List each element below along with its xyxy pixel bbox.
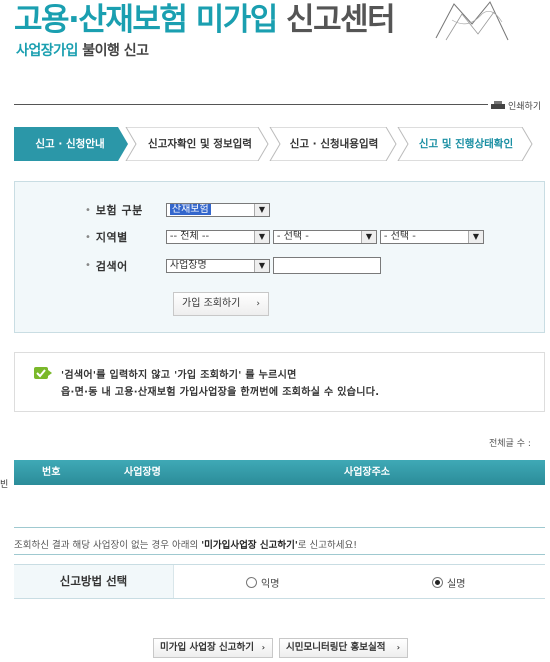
radio-anonymous[interactable]: 익명 bbox=[246, 575, 279, 590]
info-box: '검색어'를 입력하지 않고 '가입 조회하기' 를 누르시면 읍·면·동 내 … bbox=[14, 352, 545, 412]
column-header-name: 사업장명 bbox=[124, 467, 161, 478]
radio-anonymous-label: 익명 bbox=[261, 579, 280, 590]
region-label: 지역별 bbox=[95, 231, 128, 244]
column-header-number: 번호 bbox=[42, 467, 61, 478]
keyword-row: • 검색어 사업장명 ▼ bbox=[85, 257, 381, 274]
step-4[interactable]: 신고 및 진행상태확인 bbox=[398, 127, 534, 161]
edge-label: 빈 bbox=[0, 480, 9, 490]
insurance-select[interactable]: 산재보험 ▼ bbox=[165, 203, 270, 217]
title-highlight: 고용·산재보험 미가입 bbox=[14, 2, 278, 38]
search-button[interactable]: 가입 조회하기 › bbox=[173, 292, 269, 316]
insurance-label: 보험 구분 bbox=[95, 204, 143, 217]
chevron-down-icon: ▼ bbox=[253, 204, 269, 216]
results-table-body bbox=[14, 485, 545, 527]
report-method-row: 신고방법 선택 익명 실명 bbox=[14, 564, 545, 599]
region-select-1-value: -- 전체 -- bbox=[169, 231, 210, 242]
keyword-type-value: 사업장명 bbox=[169, 259, 207, 271]
chevron-down-icon: ▼ bbox=[253, 259, 269, 272]
notice-before: 조회하신 결과 해당 사업장이 없는 경우 아래의 bbox=[14, 540, 202, 551]
table-bottom-line bbox=[14, 527, 545, 528]
step-2[interactable]: 신고자확인 및 정보입력 bbox=[130, 127, 270, 161]
report-method-label: 신고방법 선택 bbox=[14, 565, 174, 598]
column-header-address: 사업장주소 bbox=[344, 467, 390, 478]
header-divider bbox=[14, 104, 488, 105]
step-navigation: 신고 · 신청안내 신고자확인 및 정보입력 신고 · 신청내용입력 신고 및 … bbox=[14, 127, 534, 161]
keyword-input[interactable] bbox=[272, 257, 381, 274]
subtitle-highlight: 사업장가입 bbox=[16, 43, 78, 59]
notice-text: 조회하신 결과 해당 사업장이 없는 경우 아래의 '미가입사업장 신고하기'로… bbox=[14, 537, 357, 551]
region-select-2[interactable]: - 선택 - ▼ bbox=[272, 230, 377, 244]
chevron-right-icon: › bbox=[256, 299, 260, 309]
info-text-1: '검색어'를 입력하지 않고 '가입 조회하기' 를 누르시면 bbox=[61, 370, 297, 381]
radio-real-name[interactable]: 실명 bbox=[432, 575, 465, 590]
bullet: • bbox=[85, 260, 91, 271]
chevron-right-icon: › bbox=[396, 643, 400, 652]
chevron-down-icon: ▼ bbox=[360, 231, 376, 243]
radio-real-name-label: 실명 bbox=[447, 579, 466, 590]
keyword-type-select[interactable]: 사업장명 ▼ bbox=[165, 258, 270, 273]
keyword-label: 검색어 bbox=[95, 259, 128, 273]
region-select-2-value: - 선택 - bbox=[276, 231, 309, 242]
check-icon bbox=[34, 367, 52, 379]
report-button-label: 미가입 사업장 신고하기 bbox=[160, 642, 255, 653]
insurance-select-value: 산재보험 bbox=[169, 204, 211, 215]
header-decoration-illustration bbox=[435, 1, 509, 41]
report-unregistered-button[interactable]: 미가입 사업장 신고하기 › bbox=[153, 638, 273, 658]
bullet: • bbox=[85, 231, 91, 243]
printer-icon bbox=[491, 101, 505, 109]
notice-bold: '미가입사업장 신고하기' bbox=[201, 540, 298, 551]
chevron-down-icon: ▼ bbox=[467, 231, 483, 243]
title-rest: 신고센터 bbox=[286, 2, 396, 38]
monitoring-results-button[interactable]: 시민모니터링단 홍보실적 › bbox=[279, 638, 408, 658]
monitoring-button-label: 시민모니터링단 홍보실적 bbox=[286, 642, 386, 653]
page-title: 고용·산재보험 미가입 신고센터 bbox=[14, 0, 396, 40]
bullet: • bbox=[85, 204, 91, 216]
print-label: 인쇄하기 bbox=[508, 102, 542, 112]
step-3[interactable]: 신고 · 신청내용입력 bbox=[274, 127, 394, 161]
info-text-2: 읍·면·동 내 고용·산재보험 가입사업장을 한꺼번에 조회하실 수 있습니다. bbox=[61, 387, 380, 398]
region-select-1[interactable]: -- 전체 -- ▼ bbox=[165, 230, 270, 244]
notice-divider bbox=[14, 554, 545, 555]
radio-circle-checked bbox=[432, 577, 443, 588]
total-count: 전체글 수 : bbox=[489, 439, 531, 449]
region-row: • 지역별 -- 전체 -- ▼ - 선택 - ▼ - 선택 - ▼ bbox=[85, 229, 487, 245]
region-select-3[interactable]: - 선택 - ▼ bbox=[379, 230, 484, 244]
chevron-right-icon: › bbox=[261, 643, 265, 652]
notice-after: 로 신고하세요! bbox=[297, 540, 358, 551]
subtitle-rest: 불이행 신고 bbox=[82, 43, 149, 59]
print-button[interactable]: 인쇄하기 bbox=[490, 99, 541, 112]
page-subtitle: 사업장가입 불이행 신고 bbox=[16, 40, 149, 60]
region-select-3-value: - 선택 - bbox=[383, 231, 416, 242]
chevron-down-icon: ▼ bbox=[253, 231, 269, 243]
search-panel: • 보험 구분 산재보험 ▼ • 지역별 -- 전체 -- ▼ - 선택 - ▼… bbox=[14, 181, 545, 333]
insurance-row: • 보험 구분 산재보험 ▼ bbox=[85, 202, 273, 218]
results-table-header: 번호 사업장명 사업장주소 bbox=[14, 460, 545, 485]
search-button-label: 가입 조회하기 bbox=[182, 298, 241, 309]
radio-circle bbox=[246, 577, 257, 588]
step-1[interactable]: 신고 · 신청안내 bbox=[14, 127, 126, 161]
